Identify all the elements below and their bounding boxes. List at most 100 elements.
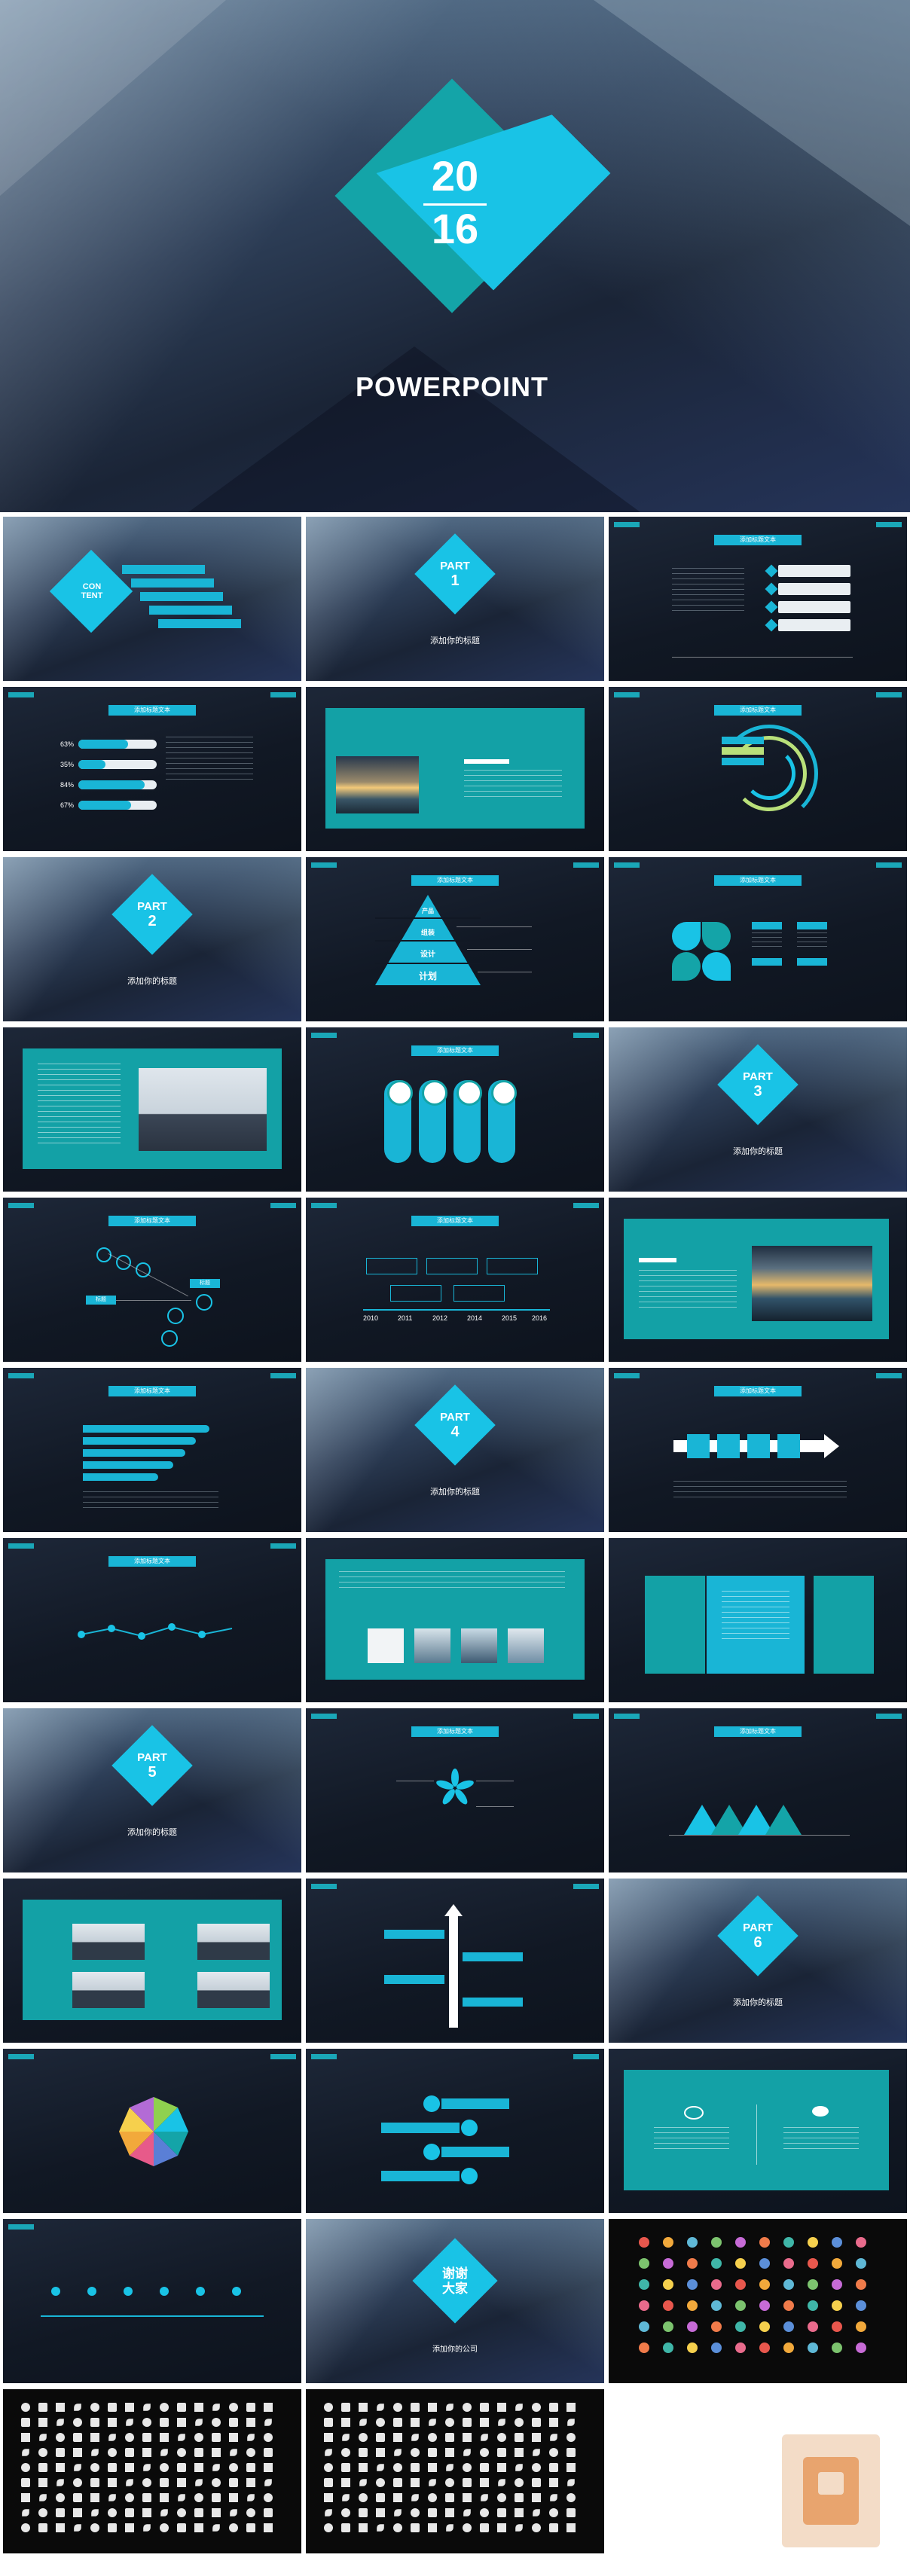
white-glyph-icon [212,2464,220,2471]
slide-tag [311,1714,337,1719]
cloud-icon [684,2106,704,2120]
white-glyph-icon [194,2493,203,2502]
white-glyph-icon [21,2418,30,2427]
white-glyph-icon [377,2464,384,2471]
white-glyph-icon [376,2478,385,2487]
white-glyph-icon [515,2493,524,2502]
white-glyph-icon [463,2478,472,2487]
part-number: 4 [450,1424,460,1440]
white-glyph-icon [411,2403,420,2412]
white-glyph-icon [341,2523,350,2532]
white-glyph-icon [21,2478,30,2487]
white-glyph-icon [532,2403,541,2412]
white-glyph-icon [549,2508,558,2517]
part-word: PART [440,1411,470,1424]
list-bullet [765,582,778,596]
white-glyph-icon [21,2523,30,2532]
timeline-box [487,1258,538,1274]
white-glyph-icon [194,2508,203,2517]
timeline-year: 2010 [363,1314,379,1322]
white-glyph-icon [566,2433,576,2442]
color-round-icon [856,2300,866,2311]
slide-part-2: PART 2 添加你的标题 [3,857,301,1021]
column-card [814,1576,874,1674]
white-glyph-icon [359,2403,368,2412]
branch-arrow [384,1975,444,1984]
white-glyph-icon [73,2433,82,2442]
color-round-icon [832,2343,842,2353]
map-node [196,1294,212,1311]
horizontal-bar [83,1461,173,1469]
team-photo [139,1068,267,1151]
white-glyph-icon [342,2434,350,2441]
white-glyph-icon [264,2403,273,2412]
white-glyph-icon [411,2523,420,2532]
branch-arrow [463,1998,523,2007]
card-icon [387,1080,413,1106]
slide-tag [270,1203,296,1208]
horizontal-bar [83,1473,158,1481]
timeline-axis [363,1309,550,1311]
white-glyph-icon [446,2404,453,2411]
ring-label-bar [722,747,764,755]
pyramid-label: 组装 [420,929,435,936]
white-glyph-icon [463,2493,472,2502]
slide-tag [311,1203,337,1208]
white-glyph-icon [38,2403,47,2412]
vertical-arrow-head [444,1904,463,1916]
white-glyph-icon [195,2479,203,2486]
white-glyph-icon [91,2509,99,2516]
slide-paragraph [672,568,744,613]
grid-photo [72,1972,145,2008]
white-glyph-icon [341,2478,350,2487]
panel-heading [639,1258,676,1262]
color-round-icon [832,2279,842,2290]
quadrant-label [797,958,827,966]
part-word: PART [743,1070,773,1083]
progress-fill [78,760,105,769]
slide-part-4: PART 4 添加你的标题 [306,1368,604,1532]
white-glyph-icon [359,2419,367,2426]
white-glyph-icon [212,2493,221,2502]
arrow-step [747,1434,770,1458]
white-glyph-icon [247,2434,255,2441]
white-glyph-icon [21,2403,30,2412]
white-glyph-icon [532,2418,541,2427]
pyramid-tier-divider [375,917,481,919]
color-round-icon [711,2258,722,2269]
white-glyph-icon [566,2463,576,2472]
white-glyph-icon [497,2493,506,2502]
slide-title-bar: 添加标题文本 [714,875,802,886]
color-round-icon [711,2279,722,2290]
white-glyph-icon [359,2508,368,2517]
slide-part-3: PART 3 添加你的标题 [609,1027,907,1192]
map-node [161,1330,178,1347]
slide-paragraph [464,770,562,800]
white-glyph-icon [515,2433,524,2442]
slide-paragraph [83,1491,218,1512]
white-glyph-icon [359,2523,368,2532]
white-glyph-icon [463,2449,471,2456]
white-glyph-icon [160,2418,169,2427]
white-glyph-icon [90,2523,99,2532]
color-round-icon [663,2321,673,2332]
panel-divider [756,2104,757,2165]
white-glyph-icon [532,2463,541,2472]
white-glyph-icon [73,2478,82,2487]
color-round-icon [639,2279,649,2290]
slide-pinwheel: 添加标题文本 [306,1708,604,1872]
slide-quadrant: 添加标题文本 [609,857,907,1021]
slide-paragraph [783,2127,859,2150]
color-round-icon [783,2300,794,2311]
white-glyph-icon [566,2448,576,2457]
white-glyph-icon [91,2449,99,2456]
white-glyph-icon [550,2434,557,2441]
white-glyph-icon [108,2418,117,2427]
white-glyph-icon [324,2433,333,2442]
white-glyph-icon [56,2463,65,2472]
white-glyph-icon [212,2433,221,2442]
white-glyph-icon [264,2523,273,2532]
arrow-head [824,1434,839,1458]
slide-tag [8,2224,34,2230]
slide-tag [311,2054,337,2059]
